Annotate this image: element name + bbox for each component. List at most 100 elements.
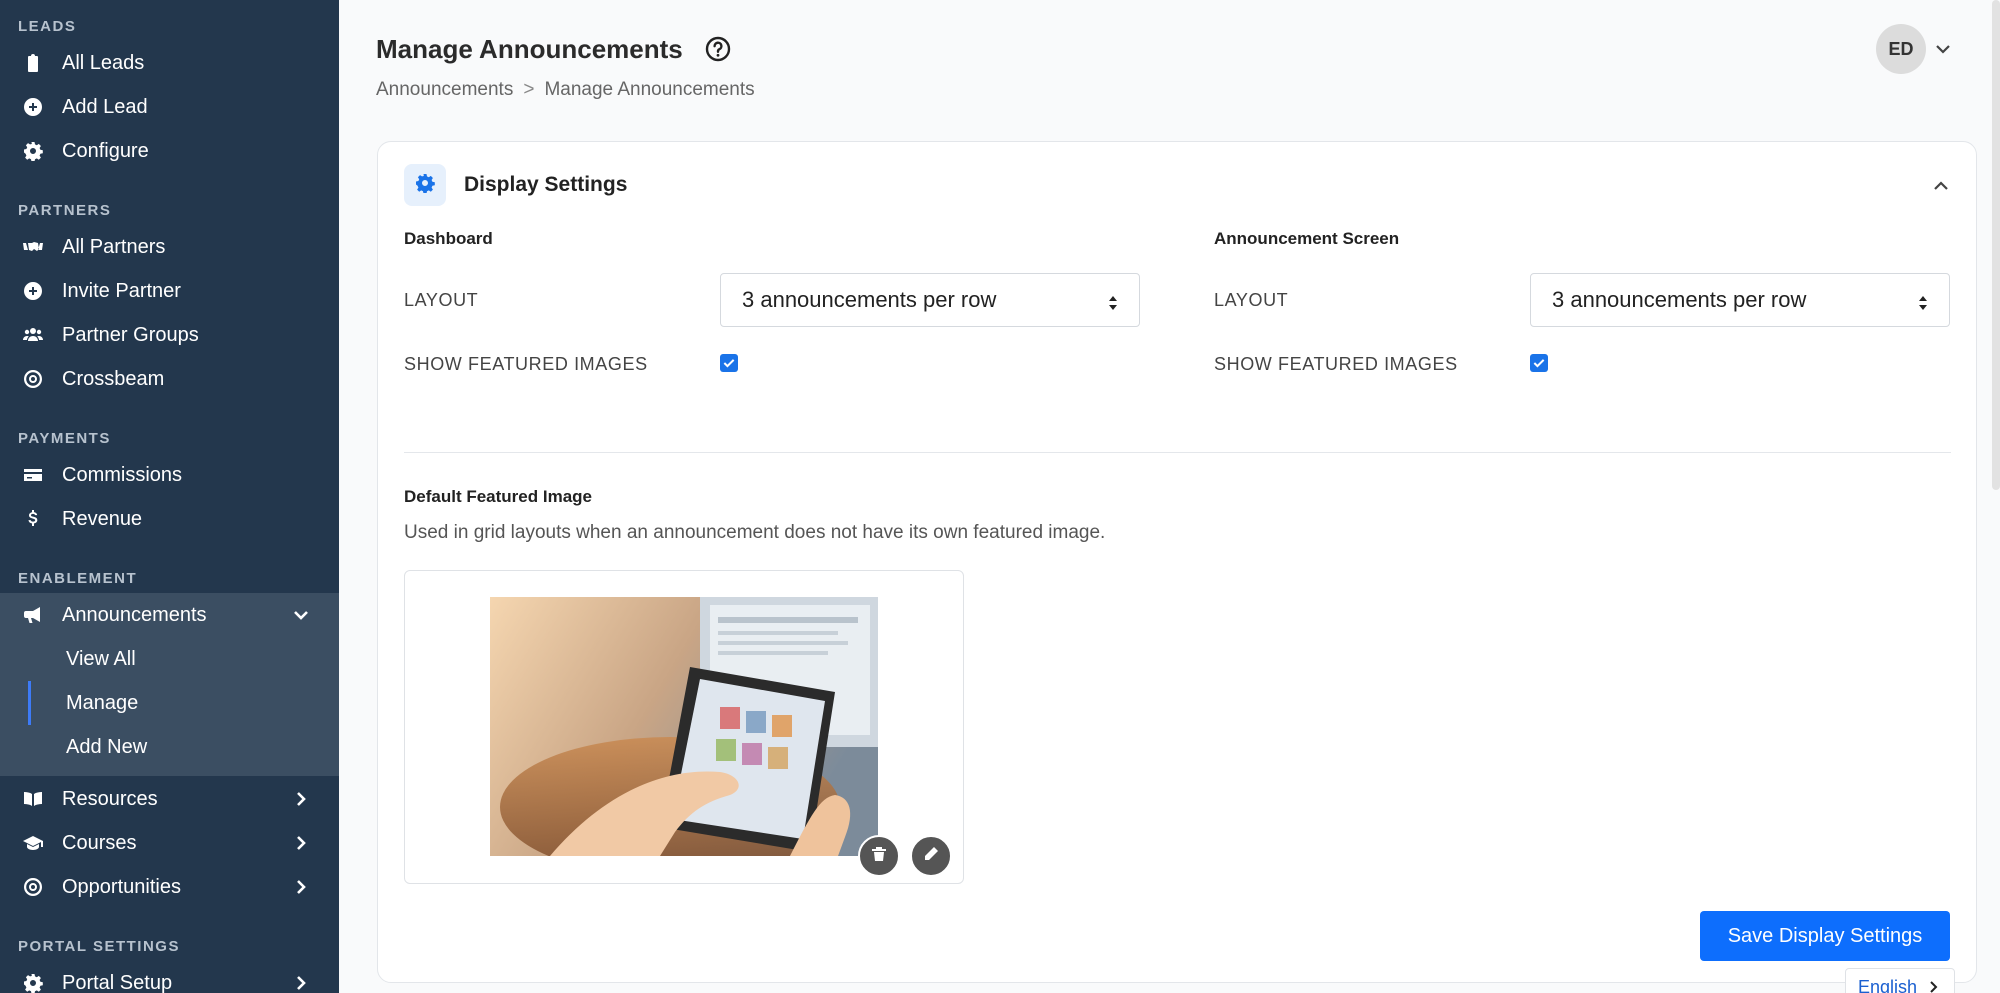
sidebar-item-invite-partner[interactable]: Invite Partner bbox=[0, 269, 339, 313]
sidebar: LEADS All Leads Add Lead Configure PARTN… bbox=[0, 0, 339, 993]
sidebar-item-crossbeam[interactable]: Crossbeam bbox=[0, 357, 339, 401]
display-settings-card: Display Settings Dashboard LAYOUT 3 anno… bbox=[377, 141, 1977, 983]
scrollbar[interactable] bbox=[1992, 0, 2000, 490]
announcement-layout-label: LAYOUT bbox=[1214, 290, 1289, 310]
dashboard-layout-label: LAYOUT bbox=[404, 290, 479, 310]
chevron-down-icon[interactable] bbox=[1934, 40, 1952, 58]
sidebar-item-announcements[interactable]: Announcements bbox=[0, 593, 339, 637]
plus-circle-icon bbox=[22, 280, 44, 302]
sidebar-item-label: Crossbeam bbox=[62, 367, 165, 390]
breadcrumb-announcements[interactable]: Announcements bbox=[376, 79, 513, 101]
section-title-payments: PAYMENTS bbox=[18, 430, 111, 447]
announcement-featured-label: SHOW FEATURED IMAGES bbox=[1214, 354, 1458, 374]
sidebar-subitem-label: Manage bbox=[66, 691, 139, 714]
delete-image-button[interactable] bbox=[858, 835, 900, 877]
help-icon[interactable] bbox=[705, 36, 731, 62]
plus-circle-icon bbox=[22, 96, 44, 118]
dashboard-featured-checkbox[interactable] bbox=[720, 354, 738, 372]
active-indicator bbox=[28, 681, 31, 725]
card-icon-box bbox=[404, 164, 446, 206]
sidebar-item-label: Courses bbox=[62, 831, 137, 854]
dollar-icon bbox=[22, 508, 44, 530]
sidebar-item-label: All Leads bbox=[62, 51, 145, 74]
sidebar-item-label: Configure bbox=[62, 139, 149, 162]
announcement-layout-select[interactable]: 3 announcements per row bbox=[1530, 273, 1950, 327]
card-title: Display Settings bbox=[464, 173, 628, 196]
sidebar-item-add-lead[interactable]: Add Lead bbox=[0, 85, 339, 129]
featured-image-box bbox=[404, 570, 964, 884]
sidebar-item-all-partners[interactable]: All Partners bbox=[0, 225, 339, 269]
sidebar-item-label: Add Lead bbox=[62, 95, 148, 118]
announcement-screen-title: Announcement Screen bbox=[1214, 229, 1400, 248]
sidebar-item-label: Opportunities bbox=[62, 875, 181, 898]
sidebar-item-label: Partner Groups bbox=[62, 323, 199, 346]
sidebar-item-label: All Partners bbox=[62, 235, 166, 258]
chevron-right-icon bbox=[291, 973, 311, 993]
divider bbox=[404, 452, 1951, 453]
sidebar-item-label: Revenue bbox=[62, 507, 143, 530]
sidebar-item-opportunities[interactable]: Opportunities bbox=[0, 865, 339, 909]
sidebar-item-label: Resources bbox=[62, 787, 158, 810]
breadcrumb: Announcements > Manage Announcements bbox=[376, 79, 755, 101]
select-arrows-icon bbox=[1107, 292, 1119, 310]
target-icon bbox=[22, 368, 44, 390]
megaphone-icon bbox=[22, 604, 44, 626]
dashboard-layout-select[interactable]: 3 announcements per row bbox=[720, 273, 1140, 327]
breadcrumb-current: Manage Announcements bbox=[544, 79, 755, 100]
chevron-down-icon bbox=[291, 605, 311, 625]
target-icon bbox=[22, 876, 44, 898]
sidebar-item-partner-groups[interactable]: Partner Groups bbox=[0, 313, 339, 357]
section-title-enablement: ENABLEMENT bbox=[18, 570, 138, 587]
chevron-right-icon bbox=[1926, 979, 1942, 993]
sidebar-item-portal-setup[interactable]: Portal Setup bbox=[0, 961, 339, 993]
save-display-settings-button[interactable]: Save Display Settings bbox=[1700, 911, 1950, 961]
gear-icon bbox=[22, 972, 44, 993]
section-title-partners: PARTNERS bbox=[18, 202, 112, 219]
sidebar-subitem-manage[interactable]: Manage bbox=[0, 681, 339, 725]
sidebar-item-label: Commissions bbox=[62, 463, 183, 486]
gear-icon bbox=[415, 173, 435, 198]
credit-card-icon bbox=[22, 464, 44, 486]
sidebar-item-resources[interactable]: Resources bbox=[0, 777, 339, 821]
chevron-right-icon bbox=[291, 833, 311, 853]
language-selector[interactable]: English bbox=[1845, 968, 1955, 993]
chevron-right-icon bbox=[291, 789, 311, 809]
sidebar-subitem-view-all[interactable]: View All bbox=[0, 637, 339, 681]
section-title-portal-settings: PORTAL SETTINGS bbox=[18, 938, 180, 955]
select-value: 3 announcements per row bbox=[742, 287, 997, 312]
trash-icon bbox=[871, 846, 887, 867]
dashboard-title: Dashboard bbox=[404, 229, 493, 248]
language-label: English bbox=[1858, 977, 1918, 993]
sidebar-item-label: Announcements bbox=[62, 603, 207, 626]
page-title: Manage Announcements bbox=[376, 34, 683, 64]
chevron-right-icon bbox=[291, 877, 311, 897]
gear-icon bbox=[22, 140, 44, 162]
sidebar-item-label: Invite Partner bbox=[62, 279, 181, 302]
sidebar-item-configure[interactable]: Configure bbox=[0, 129, 339, 173]
sidebar-item-courses[interactable]: Courses bbox=[0, 821, 339, 865]
announcement-featured-checkbox[interactable] bbox=[1530, 354, 1548, 372]
chevron-up-icon[interactable] bbox=[1931, 176, 1951, 196]
users-icon bbox=[22, 324, 44, 346]
sidebar-item-revenue[interactable]: Revenue bbox=[0, 497, 339, 541]
select-arrows-icon bbox=[1917, 292, 1929, 310]
avatar[interactable]: ED bbox=[1876, 24, 1926, 74]
select-value: 3 announcements per row bbox=[1552, 287, 1807, 312]
sidebar-item-all-leads[interactable]: All Leads bbox=[0, 41, 339, 85]
clipboard-icon bbox=[22, 52, 44, 74]
edit-image-button[interactable] bbox=[910, 835, 952, 877]
breadcrumb-separator: > bbox=[523, 79, 535, 100]
sidebar-item-commissions[interactable]: Commissions bbox=[0, 453, 339, 497]
sidebar-subitem-add-new[interactable]: Add New bbox=[0, 725, 339, 769]
graduation-cap-icon bbox=[22, 832, 44, 854]
section-title-leads: LEADS bbox=[18, 18, 77, 35]
default-image-title: Default Featured Image bbox=[404, 487, 592, 506]
default-image-description: Used in grid layouts when an announcemen… bbox=[404, 522, 1106, 543]
featured-image bbox=[490, 597, 878, 856]
sidebar-item-label: Portal Setup bbox=[62, 971, 173, 993]
dashboard-featured-label: SHOW FEATURED IMAGES bbox=[404, 354, 648, 374]
pencil-icon bbox=[923, 846, 939, 867]
announcements-submenu: View All Manage Add New bbox=[0, 637, 339, 776]
book-icon bbox=[22, 788, 44, 810]
handshake-icon bbox=[22, 236, 44, 258]
